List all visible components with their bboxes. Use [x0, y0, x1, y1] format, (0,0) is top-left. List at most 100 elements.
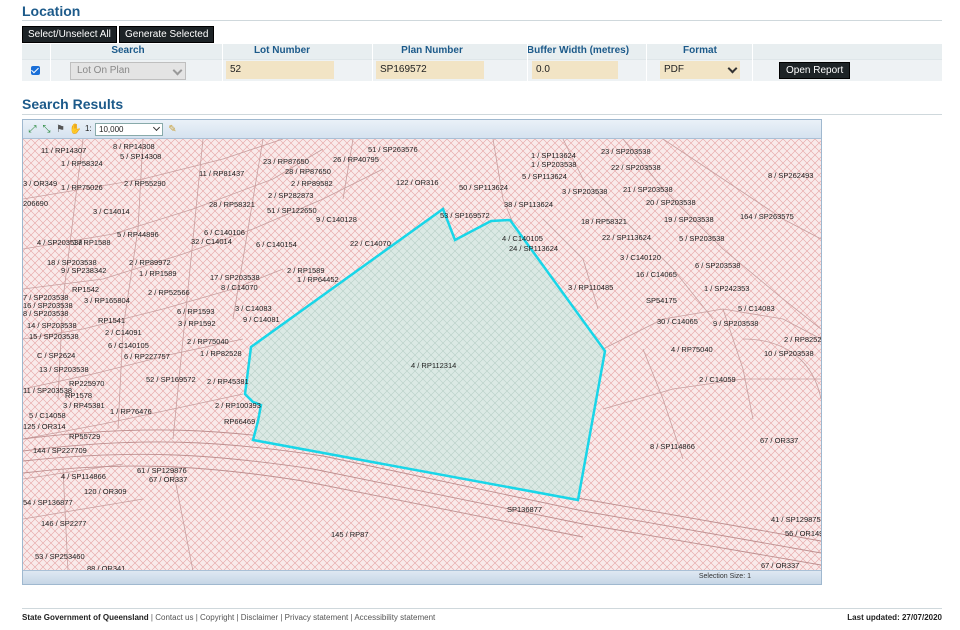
parcel-label: 67 / OR337	[760, 436, 798, 445]
parcel-label: 8 / SP203538	[23, 309, 68, 318]
row-select-checkbox[interactable]	[31, 66, 40, 75]
zoom-extent-icon[interactable]: ⤢	[27, 124, 38, 135]
parcel-label: 9 / SP203538	[713, 319, 758, 328]
parcel-label: 3 / C140120	[620, 253, 661, 262]
map-toolbar: ⤢ ⤡ ⚑ ✋ 1: 10,000 ✎	[23, 120, 821, 139]
parcel-label: 122 / OR316	[396, 178, 439, 187]
format-value: PDF	[664, 64, 684, 75]
parcel-label: 16 / C14065	[636, 270, 677, 279]
select-unselect-all-button[interactable]: Select/Unselect All	[22, 26, 117, 43]
parcel-label: 1 / SP113624	[531, 151, 576, 160]
parcel-label: RP1542	[72, 285, 99, 294]
parcel-label: 5 / RP44896	[117, 230, 159, 239]
parcel-label: 9 / SP238342	[61, 266, 106, 275]
parcel-label: 17 / SP203538	[210, 273, 260, 282]
parcel-label: 10 / SP203538	[764, 349, 814, 358]
parcel-label: 32 / C14014	[191, 237, 232, 246]
header-format: Format	[683, 45, 717, 56]
parcel-label: 145 / RP87	[331, 530, 369, 539]
footer-link-copyright[interactable]: Copyright	[200, 613, 234, 622]
parcel-label: 8 / SP262493	[768, 171, 813, 180]
parcel-label: 1 / RP82528	[200, 349, 242, 358]
parcel-label: RP55729	[69, 432, 100, 441]
parcel-label: 52 / SP169572	[146, 375, 196, 384]
parcel-label: RP66469	[224, 417, 255, 426]
identify-icon[interactable]: ⚑	[55, 124, 66, 135]
parcel-label: 125 / OR314	[23, 422, 66, 431]
chevron-down-icon	[727, 63, 738, 74]
chevron-down-icon	[152, 123, 161, 132]
lot-number-input[interactable]: 52	[226, 61, 334, 79]
parcel-label: 2 / RP75040	[187, 337, 229, 346]
chevron-down-icon	[172, 65, 183, 76]
parcel-label: SP54175	[646, 296, 677, 305]
parcel-label: 5 / SP14308	[120, 152, 161, 161]
parcel-label: 2 / RP55290	[124, 179, 166, 188]
parcel-label: 22 / C14070	[350, 239, 391, 248]
parcel-label: 4 / SP114866	[61, 472, 106, 481]
location-divider	[22, 20, 942, 21]
parcel-label: 53 / SP169572	[440, 211, 490, 220]
generate-selected-button[interactable]: Generate Selected	[119, 26, 215, 43]
zoom-full-icon[interactable]: ⤡	[41, 124, 52, 135]
parcel-label: 3 / C14014	[93, 207, 130, 216]
parcel-label: 6 / C140154	[256, 240, 297, 249]
parcel-label: 1 / RP64452	[297, 275, 339, 284]
footer-link-disclaimer[interactable]: Disclaimer	[241, 613, 278, 622]
pan-hand-icon[interactable]: ✋	[69, 124, 81, 135]
measure-pencil-icon[interactable]: ✎	[167, 124, 178, 135]
parcel-label: 28 / RP87650	[285, 167, 331, 176]
parcel-label: 6 / SP203538	[695, 261, 740, 270]
parcel-label: 4 / RP75040	[671, 345, 713, 354]
parcel-label: 15 / SP203538	[29, 332, 79, 341]
footer-link-privacy[interactable]: Privacy statement	[285, 613, 349, 622]
parcel-label: 56 / OR149	[785, 529, 821, 538]
header-plan-number: Plan Number	[401, 45, 463, 56]
selection-size-status: Selection Size: 1	[698, 573, 751, 580]
parcel-label: 5 / C14058	[29, 411, 66, 420]
column-divider	[752, 44, 753, 81]
header-search: Search	[111, 45, 145, 56]
scale-select[interactable]: 10,000	[95, 123, 163, 136]
parcel-label: 3 / C14083	[235, 304, 272, 313]
parcel-label: 5 / SP203538	[679, 234, 724, 243]
table-header-row: Search Lot Number Plan Number Buffer Wid…	[22, 44, 942, 59]
plan-number-input[interactable]: SP169572	[376, 61, 484, 79]
parcel-label: 164 / SP263575	[740, 212, 794, 221]
format-select[interactable]: PDF	[660, 61, 740, 79]
map-viewer: ⤢ ⤡ ⚑ ✋ 1: 10,000 ✎ 11 / RP14307 8 / RP1…	[22, 119, 822, 585]
footer-link-accessibility[interactable]: Accessibility statement	[354, 613, 435, 622]
parcel-label: 2 / SP282873	[268, 191, 313, 200]
buffer-width-input[interactable]: 0.0	[532, 61, 618, 79]
parcel-label: 2 / C14059	[699, 375, 736, 384]
open-report-button[interactable]: Open Report	[779, 62, 851, 79]
parcel-label: 4 / C140105	[502, 234, 543, 243]
footer: State Government of Queensland | Contact…	[22, 613, 436, 622]
parcel-label: 19 / SP203538	[664, 215, 714, 224]
parcel-label: 14 / SP203538	[27, 321, 77, 330]
parcel-label: RP1541	[98, 316, 125, 325]
footer-divider	[22, 608, 942, 609]
parcel-label: 9 / C14081	[243, 315, 280, 324]
parcel-label: SP136877	[507, 505, 542, 514]
footer-link-contact[interactable]: Contact us	[155, 613, 193, 622]
parcel-label: 3 / RP165804	[84, 296, 130, 305]
parcel-label: 144 / SP227709	[33, 446, 87, 455]
parcel-label: 67 / OR337	[761, 561, 799, 570]
search-type-select[interactable]: Lot On Plan	[70, 62, 186, 80]
parcel-label: 6 / RP227757	[124, 352, 170, 361]
parcel-label: 13 / SP203538	[39, 365, 89, 374]
parcel-label: 2 / RP45381	[207, 377, 249, 386]
scale-value: 10,000	[99, 125, 124, 134]
parcel-label: 22 / SP203538	[611, 163, 661, 172]
parcel-label: 2 / RP82529	[784, 335, 821, 344]
scale-prefix: 1:	[85, 124, 92, 133]
parcel-label: 1 / RP76476	[110, 407, 152, 416]
parcel-label: 41 / SP129875	[771, 515, 821, 524]
map-canvas[interactable]: 11 / RP14307 8 / RP14308 5 / SP14308 51 / S…	[23, 139, 821, 571]
cadastral-map[interactable]: 11 / RP14307 8 / RP143085 / SP14308 51 / S…	[23, 139, 821, 571]
parcel-label: 38 / SP113624	[504, 200, 553, 209]
parcel-label: 50 / SP113624	[459, 183, 508, 192]
parcel-label: 1 / RP1588	[73, 238, 111, 247]
column-divider	[50, 44, 51, 81]
